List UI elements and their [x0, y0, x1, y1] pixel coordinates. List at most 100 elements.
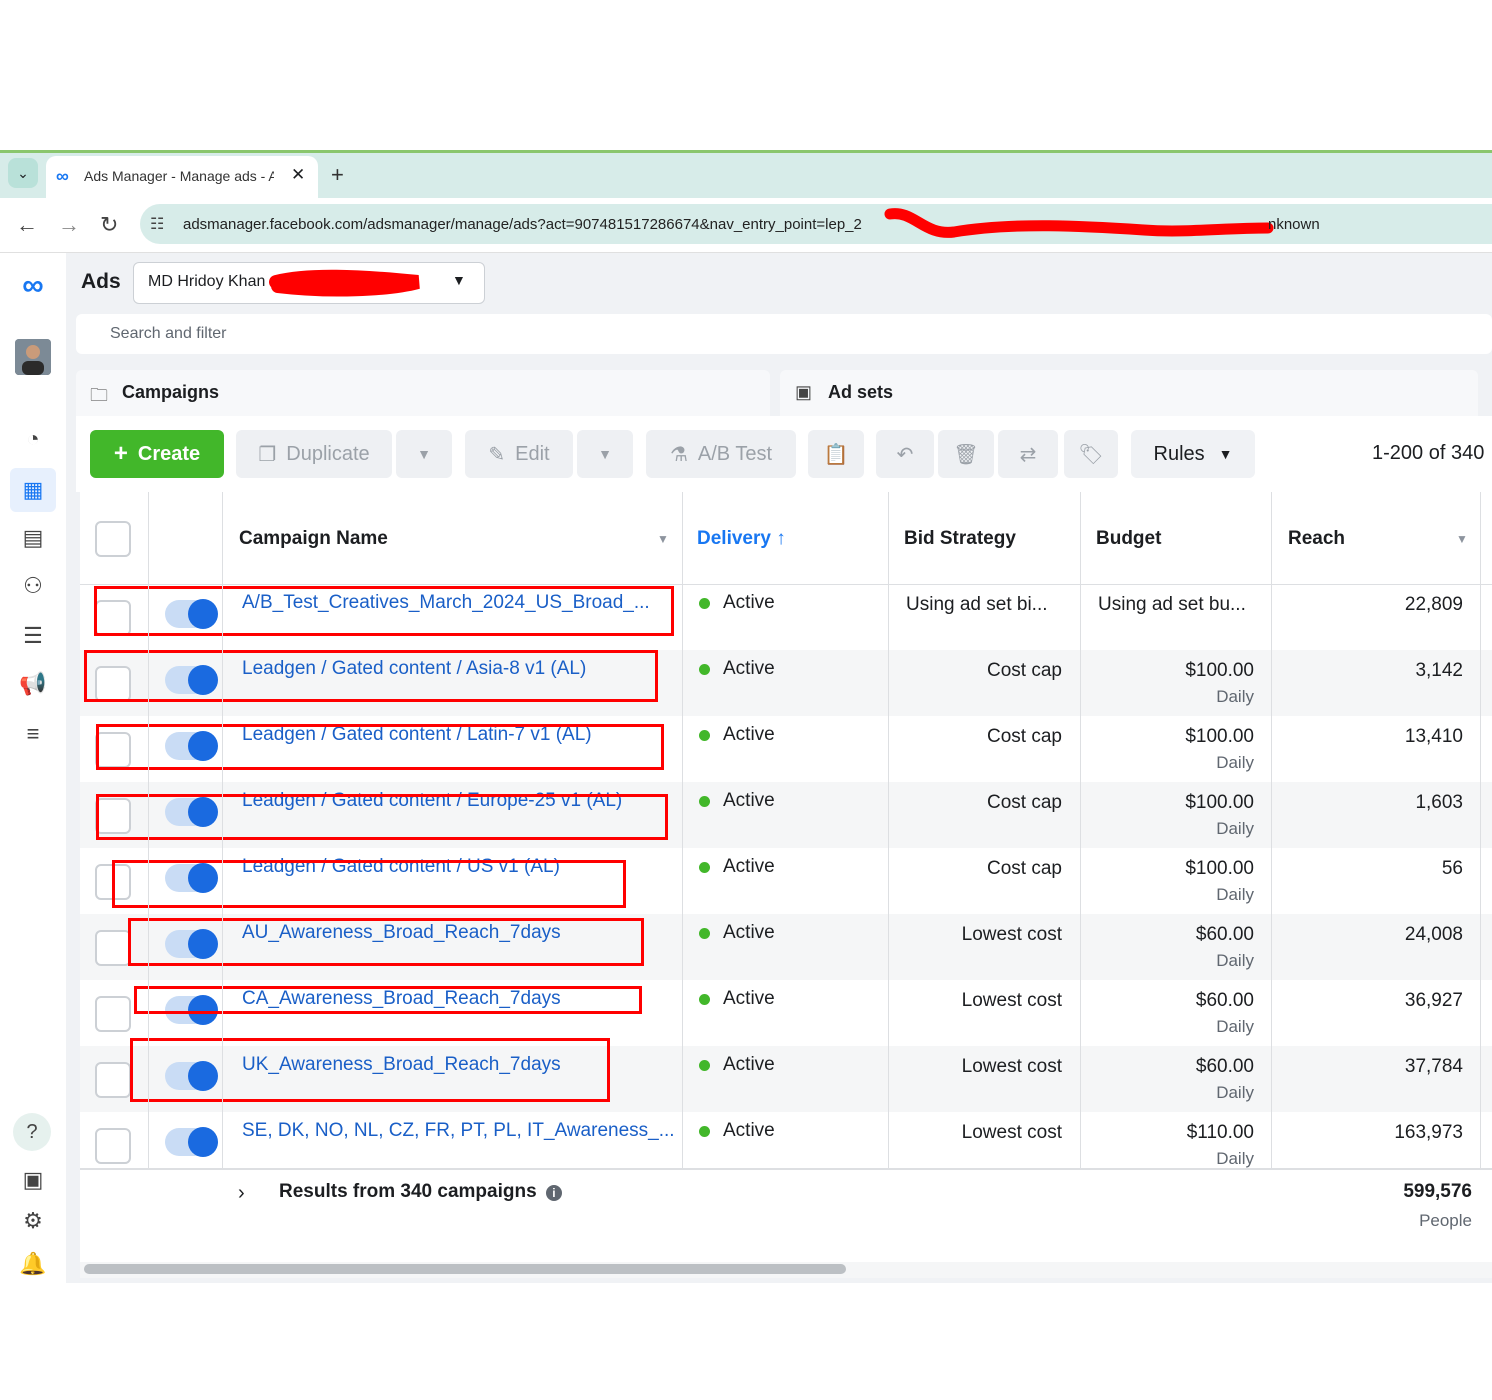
account-name: MD Hridoy Khan: [148, 273, 266, 290]
chevron-right-icon[interactable]: ›: [238, 1182, 245, 1205]
budget-value: $100.00: [1185, 858, 1254, 879]
create-button[interactable]: + Create: [90, 430, 224, 478]
edit-dropdown-button[interactable]: ▼: [577, 430, 633, 478]
search-input[interactable]: [76, 314, 1492, 354]
summary-reach-unit: People: [1419, 1211, 1472, 1230]
help-icon[interactable]: ?: [13, 1113, 51, 1151]
forward-icon[interactable]: →: [58, 212, 80, 238]
tab-close-icon[interactable]: ✕: [291, 165, 305, 185]
rules-button[interactable]: Rules ▼: [1131, 430, 1255, 478]
reach-value: 163,973: [1394, 1122, 1463, 1143]
budget-value: $110.00: [1186, 1122, 1254, 1143]
url-text: adsmanager.facebook.com/adsmanager/manag…: [183, 216, 862, 233]
duplicate-icon: ❐: [258, 443, 277, 466]
caret-down-icon[interactable]: ▼: [452, 272, 466, 288]
summary-reach-total: 599,576: [1403, 1181, 1472, 1202]
ab-test-button[interactable]: ⚗ A/B Test: [646, 430, 796, 478]
column-divider: [682, 492, 683, 1262]
url-redaction-scribble: [884, 208, 1274, 238]
edit-button[interactable]: ✎ Edit: [465, 430, 573, 478]
meta-favicon-icon: ∞: [56, 166, 69, 186]
budget-period: Daily: [1216, 1083, 1254, 1102]
select-all-checkbox[interactable]: [95, 521, 131, 557]
reach-value: 3,142: [1415, 660, 1463, 681]
duplicate-button[interactable]: ❐ Duplicate: [236, 430, 392, 478]
bid-strategy: Lowest cost: [961, 1056, 1062, 1077]
audience-icon[interactable]: ⚇: [14, 567, 52, 605]
reload-icon[interactable]: ↻: [100, 212, 118, 238]
row-checkbox[interactable]: [95, 1128, 131, 1164]
sort-caret-icon[interactable]: ▼: [1456, 532, 1468, 546]
tag-icon[interactable]: 🏷: [1064, 430, 1118, 478]
undo-icon[interactable]: ↶: [876, 430, 934, 478]
menu-icon[interactable]: ≡: [14, 715, 52, 753]
annotation-red-box: [112, 860, 626, 908]
person-avatar-icon: [15, 339, 51, 375]
budget-period: Daily: [1216, 1149, 1254, 1168]
bid-strategy: Lowest cost: [961, 924, 1062, 945]
duplicate-dropdown-button[interactable]: ▼: [396, 430, 452, 478]
delivery-status: Active: [723, 1120, 775, 1141]
header-bid-strategy[interactable]: Bid Strategy: [904, 528, 1016, 550]
horizontal-scrollbar[interactable]: [84, 1264, 846, 1274]
budget-value: $100.00: [1185, 792, 1254, 813]
database-icon[interactable]: ☰: [14, 617, 52, 655]
row-checkbox[interactable]: [95, 996, 131, 1032]
tab-search-button[interactable]: ⌄: [8, 158, 38, 188]
bid-strategy: Cost cap: [987, 858, 1062, 879]
bid-strategy: Cost cap: [987, 792, 1062, 813]
annotation-red-box: [94, 586, 674, 636]
annotation-red-box: [96, 724, 664, 770]
delivery-status-dot: [699, 862, 710, 873]
clipboard-icon[interactable]: 📋: [808, 430, 864, 478]
chevron-down-icon: ⌄: [17, 164, 29, 181]
tab-ad-sets-label: Ad sets: [828, 382, 894, 402]
news-icon[interactable]: ▣: [14, 1161, 52, 1199]
budget-period: Daily: [1216, 885, 1254, 904]
gear-icon[interactable]: ⚙: [14, 1202, 52, 1240]
bid-strategy: Lowest cost: [961, 1122, 1062, 1143]
bell-icon[interactable]: 🔔: [14, 1245, 52, 1283]
table-grid-icon[interactable]: ▦: [14, 471, 52, 509]
column-divider: [1271, 492, 1272, 1262]
column-divider: [1480, 492, 1481, 1168]
delivery-status: Active: [723, 1054, 775, 1075]
plus-icon: +: [113, 440, 128, 467]
export-icon[interactable]: ⇄: [998, 430, 1058, 478]
edit-label: Edit: [515, 442, 550, 465]
delivery-status: Active: [723, 856, 775, 877]
new-tab-button[interactable]: +: [331, 162, 344, 188]
delivery-status-dot: [699, 730, 710, 741]
campaign-name-link[interactable]: SE, DK, NO, NL, CZ, FR, PT, PL, IT_Aware…: [242, 1120, 675, 1142]
row-checkbox[interactable]: [95, 930, 131, 966]
info-icon[interactable]: i: [545, 1185, 562, 1201]
budget-value: $60.00: [1195, 990, 1254, 1011]
header-delivery[interactable]: Delivery ↑: [697, 528, 786, 550]
column-divider: [888, 492, 889, 1168]
row-checkbox[interactable]: [95, 1062, 131, 1098]
annotation-red-box: [128, 918, 644, 966]
url-tail-text: nknown: [1268, 216, 1320, 233]
speedometer-icon[interactable]: ◔: [14, 420, 52, 458]
document-icon[interactable]: ▤: [14, 519, 52, 557]
budget-period: Daily: [1216, 819, 1254, 838]
trash-icon[interactable]: 🗑: [938, 430, 994, 478]
back-icon[interactable]: ←: [16, 212, 38, 238]
grid-squares-icon: ▣: [795, 382, 813, 402]
avatar[interactable]: [15, 339, 51, 375]
folder-icon: 🗀: [90, 385, 108, 405]
delivery-status-dot: [699, 1060, 710, 1071]
delivery-status: Active: [723, 790, 775, 811]
create-label: Create: [137, 442, 201, 465]
reach-value: 37,784: [1404, 1056, 1463, 1077]
caret-down-icon: ▼: [1218, 446, 1233, 462]
megaphone-icon[interactable]: 📢: [14, 665, 52, 703]
rules-label: Rules: [1153, 442, 1205, 465]
header-budget[interactable]: Budget: [1096, 528, 1161, 550]
tab-campaigns-label: Campaigns: [122, 382, 220, 402]
header-campaign-name[interactable]: Campaign Name: [239, 528, 388, 550]
site-info-icon[interactable]: ☷: [150, 214, 164, 234]
header-reach[interactable]: Reach: [1288, 528, 1345, 550]
sort-caret-icon[interactable]: ▼: [657, 532, 669, 546]
meta-logo-icon[interactable]: ∞: [14, 267, 52, 305]
